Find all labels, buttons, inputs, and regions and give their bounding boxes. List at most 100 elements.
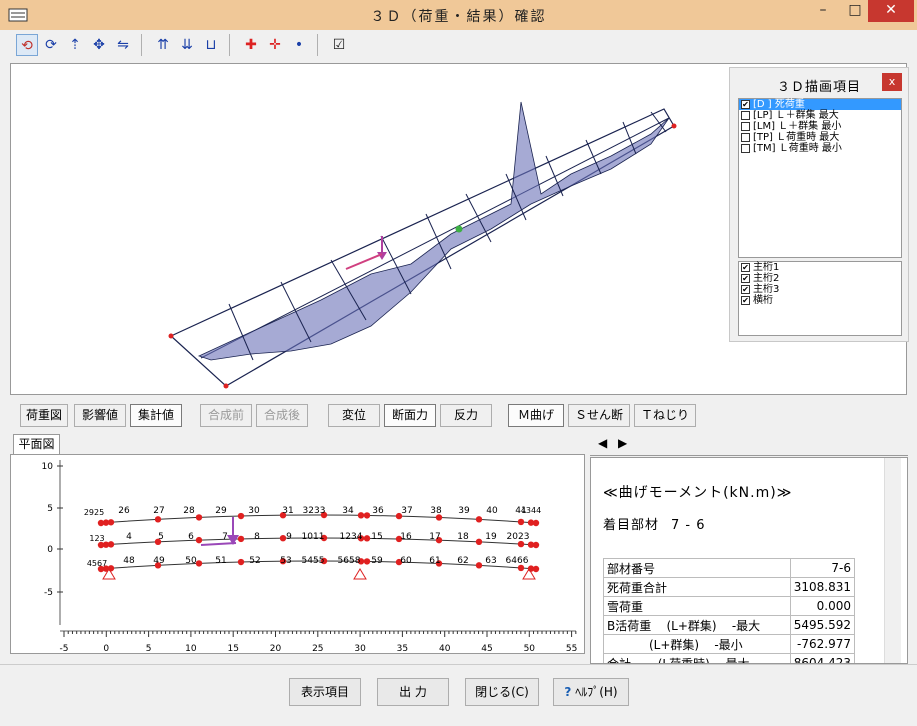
- checkbox[interactable]: ✔: [741, 296, 750, 305]
- list-item[interactable]: ✔ 横桁: [739, 295, 901, 306]
- close-button[interactable]: 閉じる(C): [465, 678, 539, 706]
- member-list[interactable]: ✔ 主桁1 ✔ 主桁2 ✔ 主桁3 ✔ 横桁: [738, 261, 902, 336]
- node-label: 3233: [303, 506, 326, 516]
- tab-bending[interactable]: Ｍ曲げ: [508, 404, 564, 427]
- close-window-button[interactable]: ✕: [868, 0, 914, 22]
- info-title: ≪曲げモーメント(kN.m)≫: [603, 485, 793, 501]
- y-tick-label: 0: [47, 545, 53, 555]
- list-item[interactable]: [TP] Ｌ荷重時 最大: [739, 132, 901, 143]
- rotate-icon[interactable]: ⟲: [16, 34, 38, 56]
- node-label: 28: [183, 506, 195, 516]
- origin-point-icon: [455, 225, 463, 233]
- tab-reaction[interactable]: 反力: [440, 404, 492, 427]
- table-row: 死荷重合計 3108.831: [603, 577, 856, 597]
- x-tick-label: 10: [185, 644, 197, 653]
- checkbox[interactable]: ✔: [741, 100, 750, 109]
- tab-load-diagram[interactable]: 荷重図: [20, 404, 68, 427]
- tab-shear[interactable]: Ｓせん断: [568, 404, 630, 427]
- checkbox[interactable]: [741, 144, 750, 153]
- member-label: 62: [457, 556, 468, 566]
- node-point: [532, 541, 540, 549]
- tab-summary[interactable]: 集計値: [130, 404, 182, 427]
- node-label: 27: [153, 506, 164, 516]
- x-tick-label: 50: [524, 644, 536, 653]
- x-tick-label: 15: [227, 644, 238, 653]
- table-row: 部材番号 7-6: [603, 558, 856, 578]
- rotate-y-icon[interactable]: ⟳: [40, 34, 62, 56]
- member-label: 63: [485, 556, 496, 566]
- node-label: 34: [342, 506, 354, 516]
- checkbox[interactable]: ✔: [741, 285, 750, 294]
- load-case-list[interactable]: ✔ [D ] 死荷重 [LP] Ｌ＋群集 最大 [LM] Ｌ＋群集 最小 [TP]…: [738, 98, 902, 258]
- toolbar: ⟲ ⟳ ⇡ ✥ ⇋ ⇈ ⇊ ⊔ ✚ ✛ • ☑: [8, 30, 908, 60]
- checkbox[interactable]: ✔: [741, 263, 750, 272]
- member-label: 6466: [506, 556, 529, 566]
- support-icon[interactable]: ⊔: [200, 34, 222, 56]
- vertical-scrollbar[interactable]: [884, 458, 901, 663]
- plan-view[interactable]: 10 5 0 -5 -5 0 5 10 15 20 25 30 35 40 45 50 55 26 27 28 29…: [10, 454, 585, 654]
- list-item[interactable]: ✔ [D ] 死荷重: [739, 99, 901, 110]
- x-tick-label: 35: [397, 644, 408, 653]
- list-item[interactable]: ✔ 主桁1: [739, 262, 901, 273]
- nav-left-icon[interactable]: ◀: [598, 436, 607, 450]
- member-label: 1234: [340, 532, 363, 542]
- node-point: [363, 512, 371, 519]
- info-nav: ◀ ▶: [590, 434, 908, 456]
- checkbox[interactable]: [741, 111, 750, 120]
- tab-influence[interactable]: 影響値: [74, 404, 126, 427]
- list-item[interactable]: [LP] Ｌ＋群集 最大: [739, 110, 901, 121]
- move-cross-icon[interactable]: ✥: [88, 34, 110, 56]
- checkbox[interactable]: ✔: [741, 274, 750, 283]
- x-tick-label: 45: [481, 644, 492, 653]
- node-label: 4567: [87, 559, 107, 568]
- help-button[interactable]: ? ﾍﾙﾌﾟ(H): [553, 678, 629, 706]
- node-point: [107, 519, 115, 526]
- tab-plan-view[interactable]: 平面図: [13, 434, 60, 454]
- window-title: ３Ｄ（荷重・結果）確認: [370, 9, 547, 25]
- move-red-icon[interactable]: ✚: [240, 34, 262, 56]
- node-label: 2925: [84, 508, 104, 517]
- checkbox[interactable]: [741, 133, 750, 142]
- nav-right-icon[interactable]: ▶: [618, 436, 627, 450]
- tab-section-force[interactable]: 断面力: [384, 404, 436, 427]
- member-label: 1011: [302, 532, 325, 542]
- list-item[interactable]: ✔ 主桁2: [739, 273, 901, 284]
- maximize-button[interactable]: □: [840, 0, 870, 22]
- node-point: [195, 536, 203, 544]
- toolbar-separator: [317, 34, 318, 56]
- node-label: 36: [372, 506, 384, 516]
- scale-red-icon[interactable]: ✛: [264, 34, 286, 56]
- plan-drawing: 1050-5 -5 0 5 10 15 20 25 30 35 40 45 50 55 26 27 28 29…: [42, 460, 577, 654]
- list-item[interactable]: [LM] Ｌ＋群集 最小: [739, 121, 901, 132]
- list-item[interactable]: [TM] Ｌ荷重時 最小: [739, 143, 901, 154]
- display-items-button[interactable]: 表示項目: [289, 678, 361, 706]
- node-point: [223, 383, 229, 389]
- move-up-icon[interactable]: ⇡: [64, 34, 86, 56]
- panel-close-button[interactable]: x: [882, 73, 902, 91]
- checkbox-list-icon[interactable]: ☑: [328, 34, 350, 56]
- node-label: 37: [401, 506, 412, 516]
- member-label: 5: [158, 532, 164, 542]
- output-button[interactable]: 出 力: [377, 678, 449, 706]
- node-label: 29: [215, 506, 227, 516]
- member-label: 53: [280, 556, 291, 566]
- tab-torsion[interactable]: Ｔねじり: [634, 404, 696, 427]
- tab-before-composite[interactable]: 合成前: [200, 404, 252, 427]
- tab-after-composite[interactable]: 合成後: [256, 404, 308, 427]
- node-point: [475, 538, 483, 546]
- minimize-button[interactable]: –: [806, 0, 840, 22]
- 3d-items-panel: ３Ｄ描画項目 x ✔ [D ] 死荷重 [LP] Ｌ＋群集 最大 [LM] Ｌ＋群…: [729, 67, 909, 342]
- point-icon[interactable]: •: [288, 34, 310, 56]
- load-up-icon[interactable]: ⇈: [152, 34, 174, 56]
- checkbox[interactable]: [741, 122, 750, 131]
- node-point: [195, 514, 203, 521]
- list-item[interactable]: ✔ 主桁3: [739, 284, 901, 295]
- member-label: 2023: [507, 532, 530, 542]
- zoom-icon[interactable]: ⇋: [112, 34, 134, 56]
- tab-displacement[interactable]: 変位: [328, 404, 380, 427]
- node-point: [107, 541, 115, 548]
- node-point: [357, 512, 365, 519]
- node-point: [107, 565, 115, 572]
- node-label: 123: [89, 534, 104, 543]
- load-down-icon[interactable]: ⇊: [176, 34, 198, 56]
